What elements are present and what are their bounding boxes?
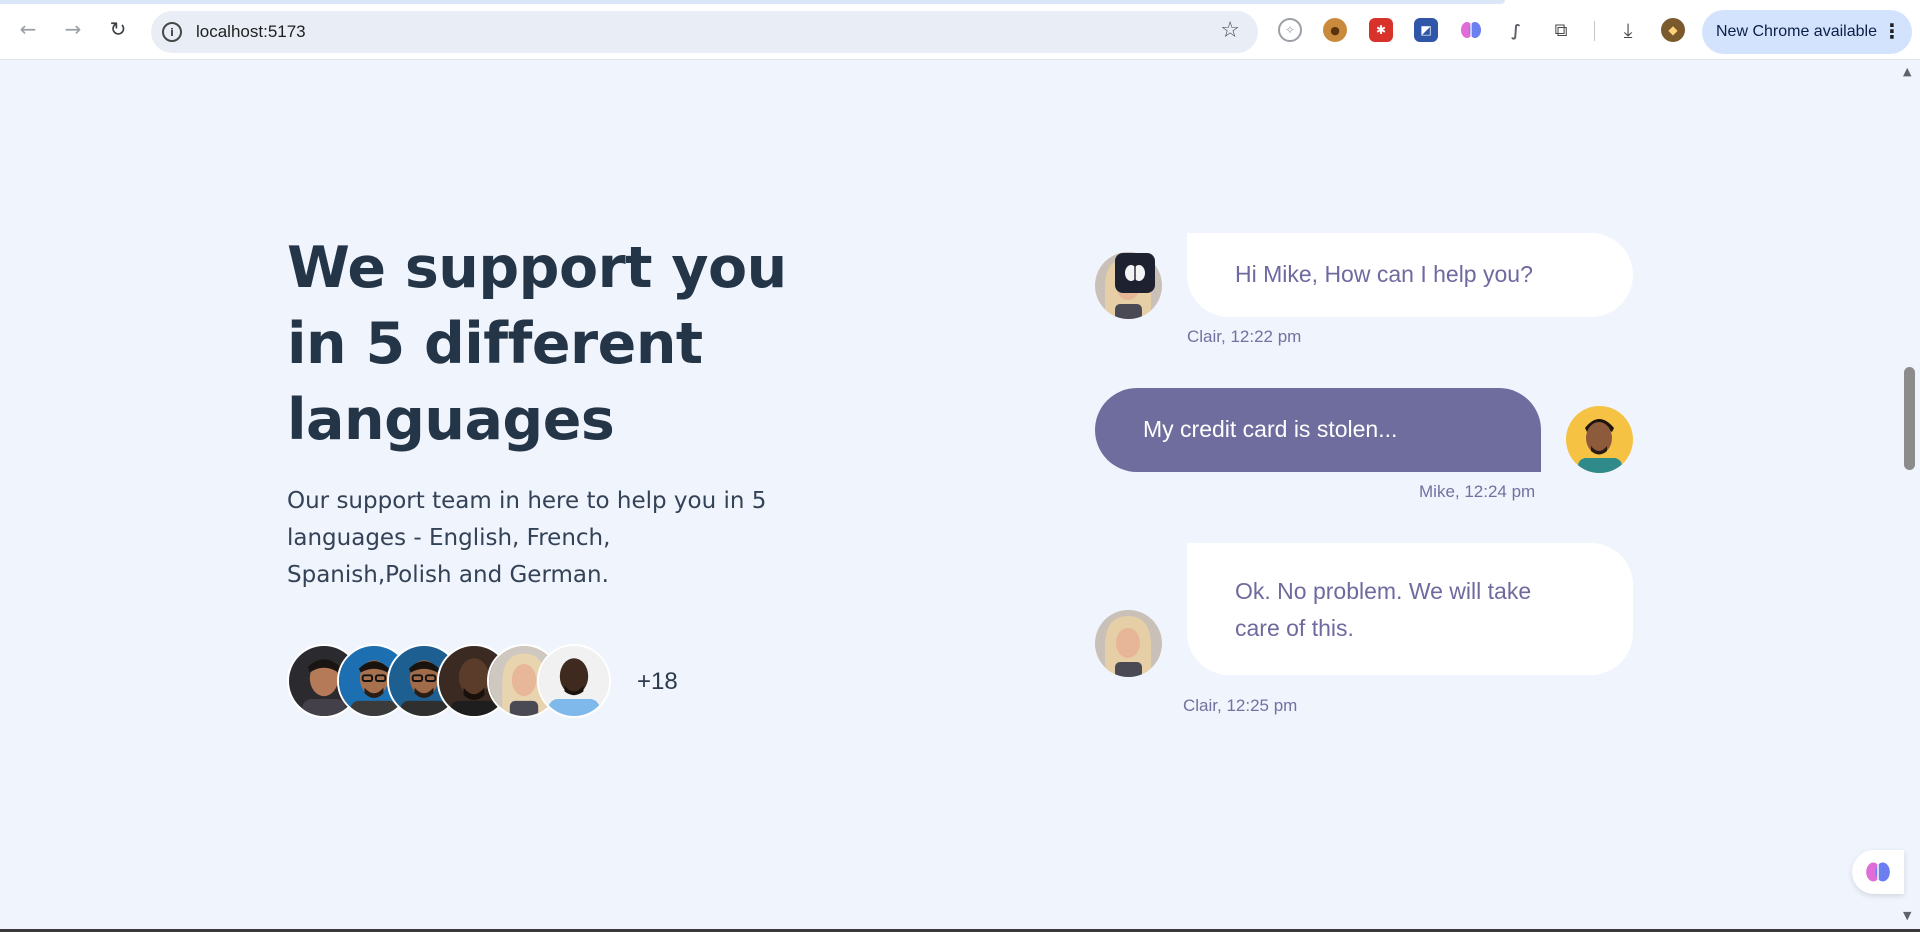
back-arrow-icon[interactable]: ← <box>13 14 43 44</box>
avatar <box>537 644 611 718</box>
scrollbar-thumb[interactable] <box>1904 367 1915 470</box>
team-extra-count: +18 <box>637 668 678 695</box>
message-text-line: Ok. No problem. We will take <box>1235 578 1532 604</box>
brain-icon <box>1866 862 1890 882</box>
agent-avatar <box>1095 610 1162 677</box>
update-label: New Chrome available <box>1716 23 1877 40</box>
forward-arrow-icon[interactable]: → <box>58 14 88 44</box>
compass-icon[interactable]: ✧ <box>1278 18 1302 42</box>
chat-message-agent: Ok. No problem. We will take care of thi… <box>1187 543 1633 675</box>
brain-badge-icon <box>1115 253 1155 293</box>
browser-toolbar: ← → ↻ i localhost:5173 ☆ ✧ ● ✱ ◩ ∫ ⧉ ⤓ ◆… <box>0 0 1920 60</box>
team-avatars <box>287 644 617 718</box>
address-bar[interactable]: i localhost:5173 ☆ <box>151 11 1258 53</box>
url-text[interactable]: localhost:5173 <box>196 22 306 42</box>
feather-icon[interactable]: ∫ <box>1504 18 1528 42</box>
monster-icon[interactable]: ✱ <box>1369 18 1393 42</box>
chat-message-agent: Hi Mike, How can I help you? <box>1187 233 1633 317</box>
customer-avatar <box>1566 406 1633 473</box>
site-info-icon[interactable]: i <box>162 22 182 42</box>
bookmark-star-icon[interactable]: ☆ <box>1220 18 1240 43</box>
description-line: Spanish,Polish and German. <box>287 562 609 588</box>
description-line: languages - English, French, <box>287 525 611 551</box>
reload-icon[interactable]: ↻ <box>103 14 133 44</box>
profile-avatar-icon[interactable]: ◆ <box>1661 18 1685 42</box>
puzzle-tile-icon[interactable]: ◩ <box>1414 18 1438 42</box>
message-text: My credit card is stolen... <box>1143 416 1398 442</box>
page-heading: We support you in 5 different languages <box>287 230 807 458</box>
kebab-menu-icon[interactable]: ⋮ <box>1882 19 1902 43</box>
cookie-icon[interactable]: ● <box>1323 18 1347 42</box>
download-icon[interactable]: ⤓ <box>1616 18 1640 42</box>
message-meta: Clair, 12:22 pm <box>1187 327 1302 346</box>
message-text-line: care of this. <box>1235 615 1354 641</box>
brain-icon[interactable] <box>1459 18 1483 42</box>
description-line: Our support team in here to help you in … <box>287 488 767 514</box>
heading-line: in 5 different <box>287 311 703 377</box>
message-text: Hi Mike, How can I help you? <box>1235 261 1533 287</box>
toolbar-divider <box>1594 21 1595 41</box>
support-description: Our support team in here to help you in … <box>287 483 767 594</box>
assistant-brain-button[interactable] <box>1852 850 1904 894</box>
message-meta: Mike, 12:24 pm <box>1419 482 1536 501</box>
heading-line: languages <box>287 387 615 453</box>
scroll-up-arrow-icon[interactable]: ▲ <box>1903 65 1911 78</box>
message-meta: Clair, 12:25 pm <box>1183 696 1298 715</box>
extensions-puzzle-icon[interactable]: ⧉ <box>1549 18 1573 42</box>
new-chrome-available-button[interactable]: New Chrome available ⋮ <box>1702 10 1912 54</box>
chat-message-customer: My credit card is stolen... <box>1095 388 1541 472</box>
heading-line: We support you <box>287 235 787 301</box>
scroll-down-arrow-icon[interactable]: ▼ <box>1903 909 1911 922</box>
